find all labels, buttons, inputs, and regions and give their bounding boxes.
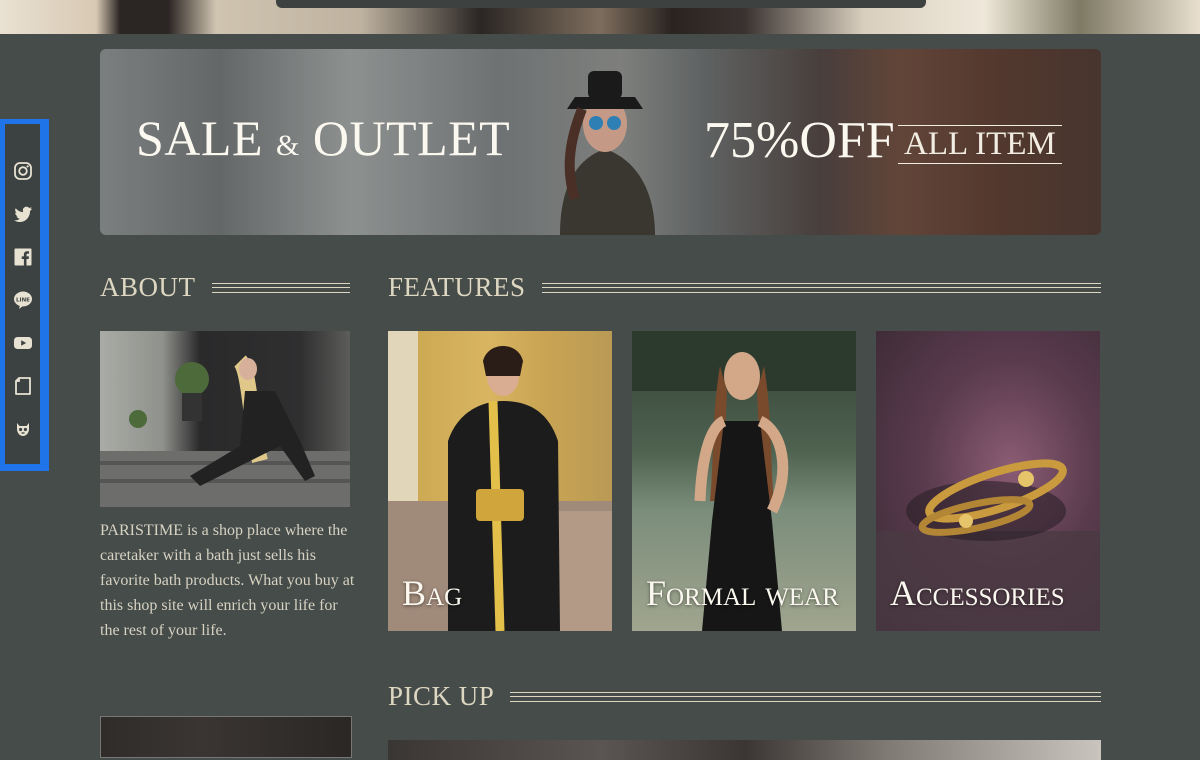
about-heading: ABOUT: [100, 272, 350, 303]
about-description: PARISTIME is a shop place where the care…: [100, 522, 355, 639]
banner-title-outlet: OUTLET: [312, 110, 511, 166]
feature-card-formal-wear[interactable]: Formal wear: [632, 331, 856, 631]
banner-title: SALE & OUTLET: [136, 113, 510, 163]
features-heading: FEATURES: [388, 272, 1102, 303]
banner-discount: 75%OFF: [704, 112, 895, 169]
sns-list: LINE: [5, 124, 40, 464]
hatena-icon[interactable]: [13, 419, 33, 439]
banner-model-figure: [560, 71, 655, 235]
feature-card-accessories[interactable]: Accessories: [876, 331, 1100, 631]
about-photo-secondary: [100, 716, 352, 758]
pickup-heading-text: PICK UP: [388, 681, 495, 711]
about-photo: [100, 331, 350, 507]
pickup-heading-rule: [510, 691, 1101, 702]
instagram-icon[interactable]: [13, 161, 33, 181]
header-bar: [276, 0, 926, 8]
facebook-icon[interactable]: [13, 247, 33, 267]
about-heading-rule: [211, 282, 350, 293]
youtube-icon[interactable]: [13, 333, 33, 353]
feature-card-formal-label: Formal wear: [646, 573, 839, 613]
about-heading-text: ABOUT: [100, 272, 196, 302]
line-icon[interactable]: LINE: [13, 290, 33, 310]
sns-sidebar: LINE: [0, 119, 49, 471]
features-heading-text: FEATURES: [388, 272, 526, 302]
twitter-icon[interactable]: [13, 204, 33, 224]
note-icon[interactable]: [13, 376, 33, 396]
features-heading-rule: [541, 282, 1102, 293]
about-photo-scene: [100, 355, 350, 507]
banner-title-sale: SALE: [136, 110, 263, 166]
feature-card-bag-label: Bag: [402, 573, 463, 613]
feature-card-accessories-label: Accessories: [890, 573, 1065, 613]
svg-text:LINE: LINE: [16, 297, 30, 303]
sale-banner[interactable]: SALE & OUTLET 75%OFF ALL ITEM: [100, 49, 1101, 235]
pickup-heading: PICK UP: [388, 681, 1101, 712]
banner-all-item: ALL ITEM: [898, 125, 1062, 164]
banner-title-amp: &: [276, 129, 300, 162]
feature-card-bag[interactable]: Bag: [388, 331, 612, 631]
pickup-image-strip[interactable]: [388, 740, 1101, 760]
